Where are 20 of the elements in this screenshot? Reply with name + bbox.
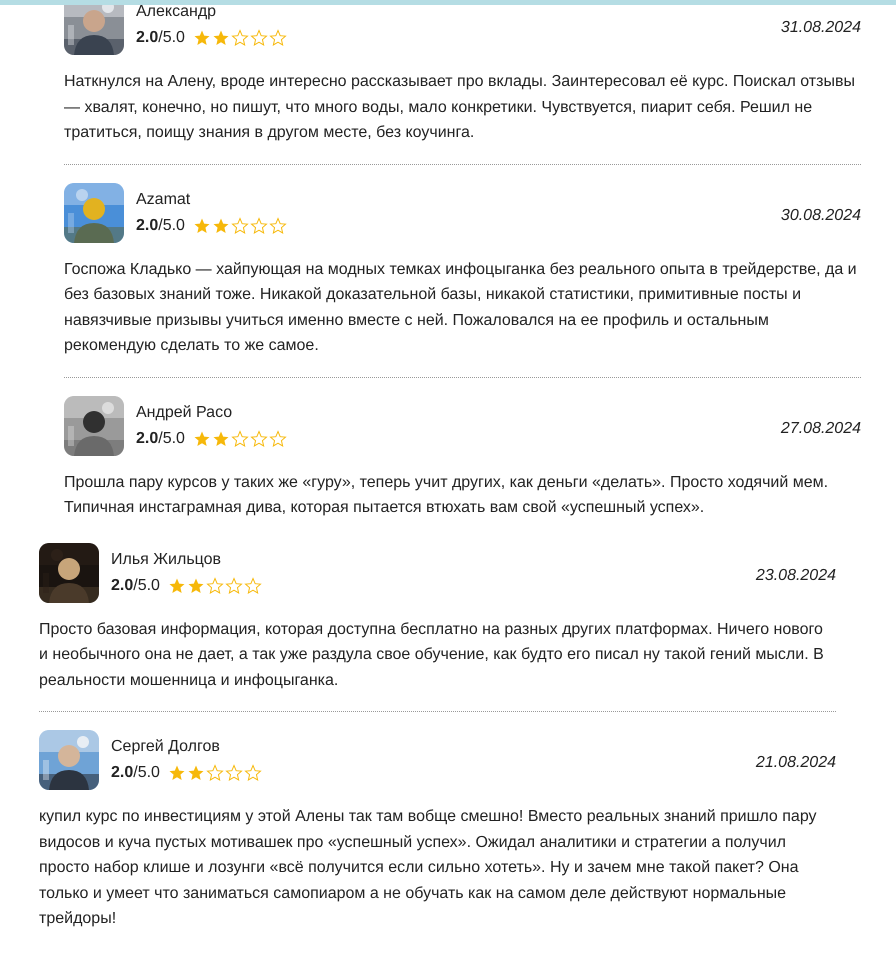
review-date: 30.08.2024 (780, 206, 861, 224)
rating-score: 2.0/5.0 (136, 216, 185, 234)
rating-score: 2.0/5.0 (111, 576, 160, 594)
review-text: купил курс по инвестициям у этой Алены так там вобще смешно! Вместо реальных знаний пришло пару видосов и куча пустых мотивашек про «успешный успех». Ожидал аналитики и стратегии а получил просто набор клише и лозунги «всё получится если сильно хотеть». Ну и зачем мне такой пакет? Она только и умеет что заниматься самопиаром а не обучать как на самом деле действуют нормальные трейдоры! (39, 807, 818, 929)
review-text: Наткнулся на Алену, вроде интересно рассказывает про вклады. Заинтересовал её курс. Поискал отзывы — хвалят, конечно, но пишут, что много воды, мало конкретики. Чувствуется, пиарит себя. Решил не тратиться, поищу знания в другом месте, без коучинга. (64, 72, 856, 143)
review-date: 23.08.2024 (756, 566, 836, 584)
author-name: Сергей Долгов (111, 738, 221, 756)
rating-score: 2.0/5.0 (136, 430, 185, 448)
author-name: Андрей Расо (136, 404, 234, 422)
rating-score: 2.0/5.0 (136, 29, 185, 47)
review-text: Прошла пару курсов у таких же «гуру», теперь учит других, как деньги «делать». Просто ходячий мем. Типичная инстаграмная дива, которая пытается втюхать вам свой «успешный успех». (64, 472, 830, 518)
review-text: Просто базовая информация, которая доступна бесплатно на разных других платформах. Ничего нового и необычного она не дает, а так уже раздула свое обучение, как будто его писал ну такой гений мысли. В реальности мошенница и инфоцыганка. (39, 620, 825, 690)
author-name: Azamat (136, 190, 192, 208)
author-name: Илья Жильцов (111, 550, 222, 568)
author-name: Александр (136, 5, 218, 21)
review-date: 27.08.2024 (780, 420, 861, 438)
review-date: 31.08.2024 (780, 19, 861, 37)
review-text: Госпожа Кладько — хайпующая на модных темках инфоцыганка без реального опыта в трейдерстве, да и без базовых знаний тоже. Никакой доказательной базы, никакой статистики, примитивные посты и навязчивые призывы учиться именно вместе с ней. Пожаловался на ее профиль и остальным рекомендую сделать то же самое. (64, 260, 858, 356)
review-date: 21.08.2024 (756, 754, 836, 772)
rating-score: 2.0/5.0 (111, 764, 160, 782)
